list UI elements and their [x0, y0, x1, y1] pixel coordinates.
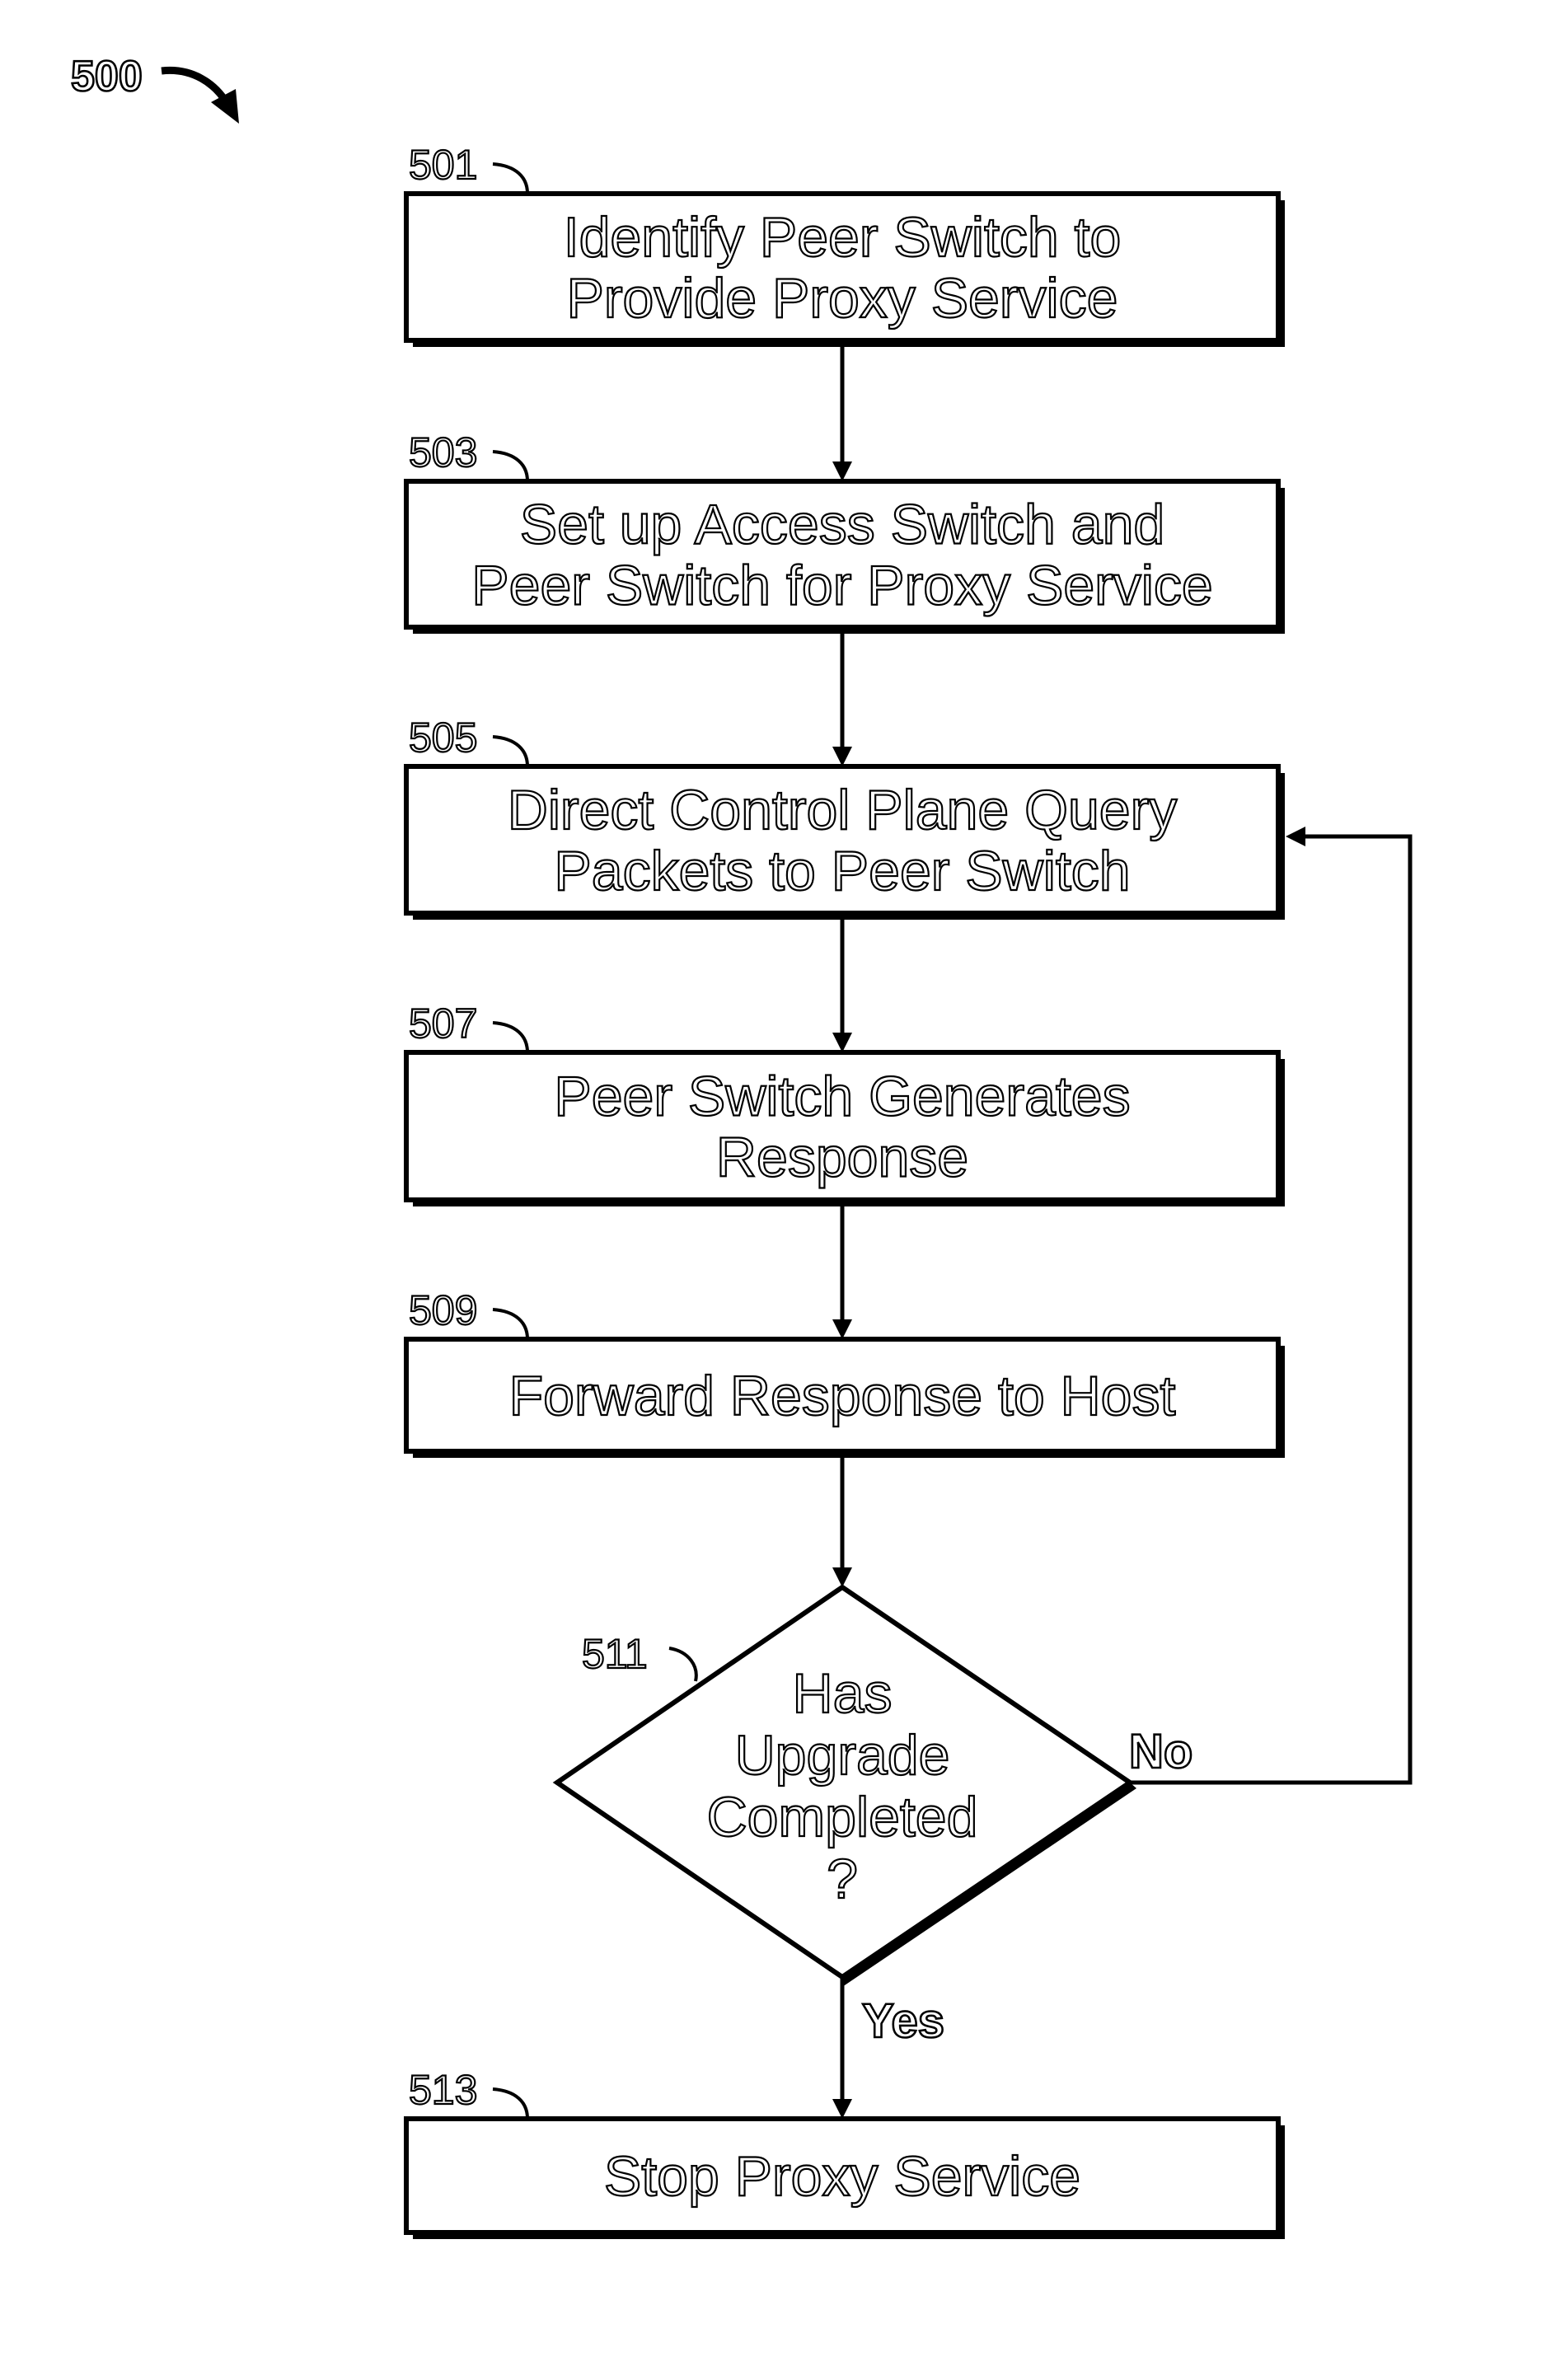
leader-509	[492, 1308, 529, 1340]
arrowhead-503	[832, 461, 852, 481]
step-text-line-1: Identify Peer Switch to	[564, 206, 1122, 269]
step-text-line-1: Peer Switch Generates	[554, 1066, 1130, 1128]
ref-label-509: 509	[409, 1287, 477, 1333]
ref-label-505: 505	[409, 714, 477, 761]
arrowhead-507	[832, 1033, 852, 1052]
step-513: Stop Proxy Service 513	[404, 2066, 1285, 2239]
ref-label-507: 507	[409, 1000, 477, 1047]
decision-text-line-4: ?	[827, 1848, 858, 1910]
step-text-line-1: Stop Proxy Service	[604, 2145, 1080, 2208]
ref-label-501: 501	[409, 142, 477, 188]
leader-513	[492, 2087, 529, 2120]
step-503: Set up Access Switch andPeer Switch for …	[404, 429, 1285, 634]
no-branch-label: No	[1129, 1725, 1193, 1778]
step-text-line-2: Response	[716, 1127, 968, 1189]
step-501: Identify Peer Switch toProvide Proxy Ser…	[404, 141, 1285, 347]
ref-label-513: 513	[409, 2067, 477, 2113]
arrowhead-513	[832, 2099, 852, 2119]
step-507: Peer Switch GeneratesResponse 507	[404, 1000, 1285, 1206]
step-text-line-2: Provide Proxy Service	[567, 267, 1118, 330]
arrowhead-505	[832, 747, 852, 766]
loop-no-to-505	[1130, 834, 1413, 1785]
step-text-line-2: Packets to Peer Switch	[554, 840, 1130, 902]
figure-pointer-arrow	[161, 66, 239, 124]
flowchart: 500 Identify Peer Switch toProvide Proxy…	[70, 52, 1413, 2239]
ref-label-511: 511	[582, 1631, 648, 1677]
arrowhead-loop-505	[1286, 827, 1305, 846]
leader-501	[492, 162, 529, 194]
leader-511	[668, 1647, 698, 1682]
leader-505	[492, 735, 529, 767]
leader-503	[492, 450, 529, 482]
leader-507	[492, 1021, 529, 1053]
step-text-line-1: Set up Access Switch and	[520, 494, 1164, 556]
step-text-line-2: Peer Switch for Proxy Service	[471, 555, 1212, 617]
step-505: Direct Control Plane QueryPackets to Pee…	[404, 714, 1285, 920]
step-text-line-1: Direct Control Plane Query	[508, 779, 1178, 841]
decision-text-line-3: Completed	[707, 1786, 978, 1848]
step-text-line-1: Forward Response to Host	[509, 1365, 1176, 1427]
step-509: Forward Response to Host 509	[404, 1286, 1285, 1458]
arrowhead-509	[832, 1319, 852, 1339]
figure-number: 500	[71, 53, 143, 101]
decision-text-line-2: Upgrade	[735, 1724, 950, 1787]
decision-text-line-1: Has	[793, 1662, 893, 1725]
yes-branch-label: Yes	[862, 1994, 944, 2048]
decision-511: Has Upgrade Completed ? 511 No Yes	[552, 1584, 1194, 2049]
ref-label-503: 503	[409, 429, 477, 476]
